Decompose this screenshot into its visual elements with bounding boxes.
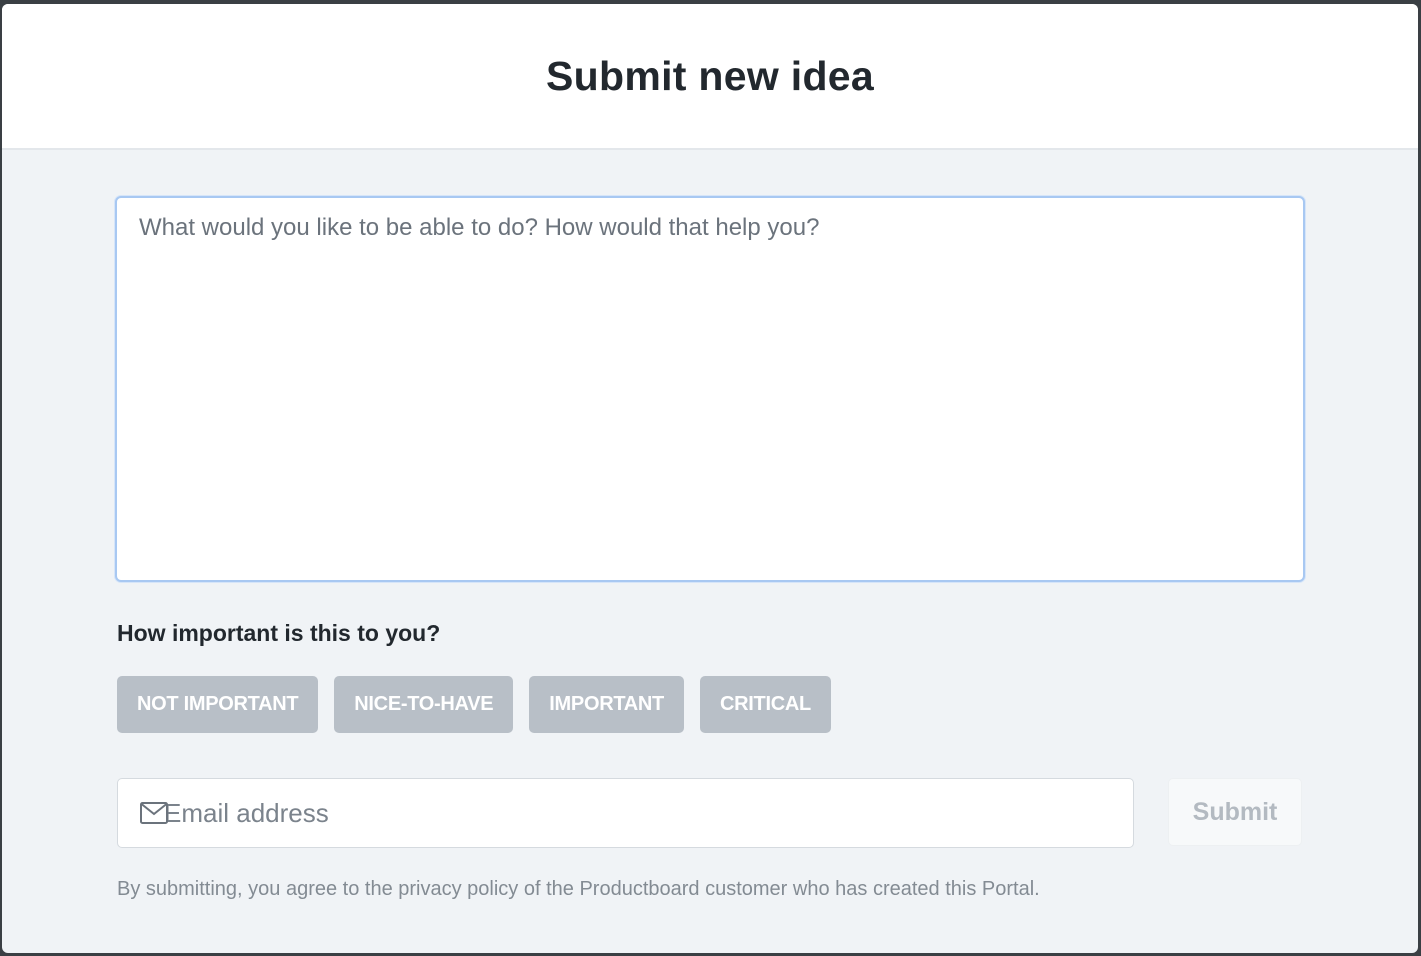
idea-description-textarea[interactable] <box>115 196 1305 582</box>
modal-title: Submit new idea <box>546 52 874 99</box>
importance-not-important-button[interactable]: NOT IMPORTANT <box>117 676 319 733</box>
submit-idea-modal: Submit new idea How important is this to… <box>2 4 1418 953</box>
importance-important-button[interactable]: IMPORTANT <box>529 676 684 733</box>
importance-nice-to-have-button[interactable]: NICE-TO-HAVE <box>334 676 514 733</box>
importance-critical-button[interactable]: CRITICAL <box>699 676 831 733</box>
privacy-notice: By submitting, you agree to the privacy … <box>117 878 1040 900</box>
mail-icon <box>140 801 170 825</box>
email-input[interactable] <box>164 797 1064 829</box>
submit-button[interactable]: Submit <box>1168 778 1302 846</box>
email-field-wrapper[interactable] <box>117 778 1134 848</box>
importance-options: NOT IMPORTANT NICE-TO-HAVE IMPORTANT CRI… <box>117 676 831 733</box>
importance-question: How important is this to you? <box>117 620 441 646</box>
modal-header: Submit new idea <box>2 4 1418 150</box>
